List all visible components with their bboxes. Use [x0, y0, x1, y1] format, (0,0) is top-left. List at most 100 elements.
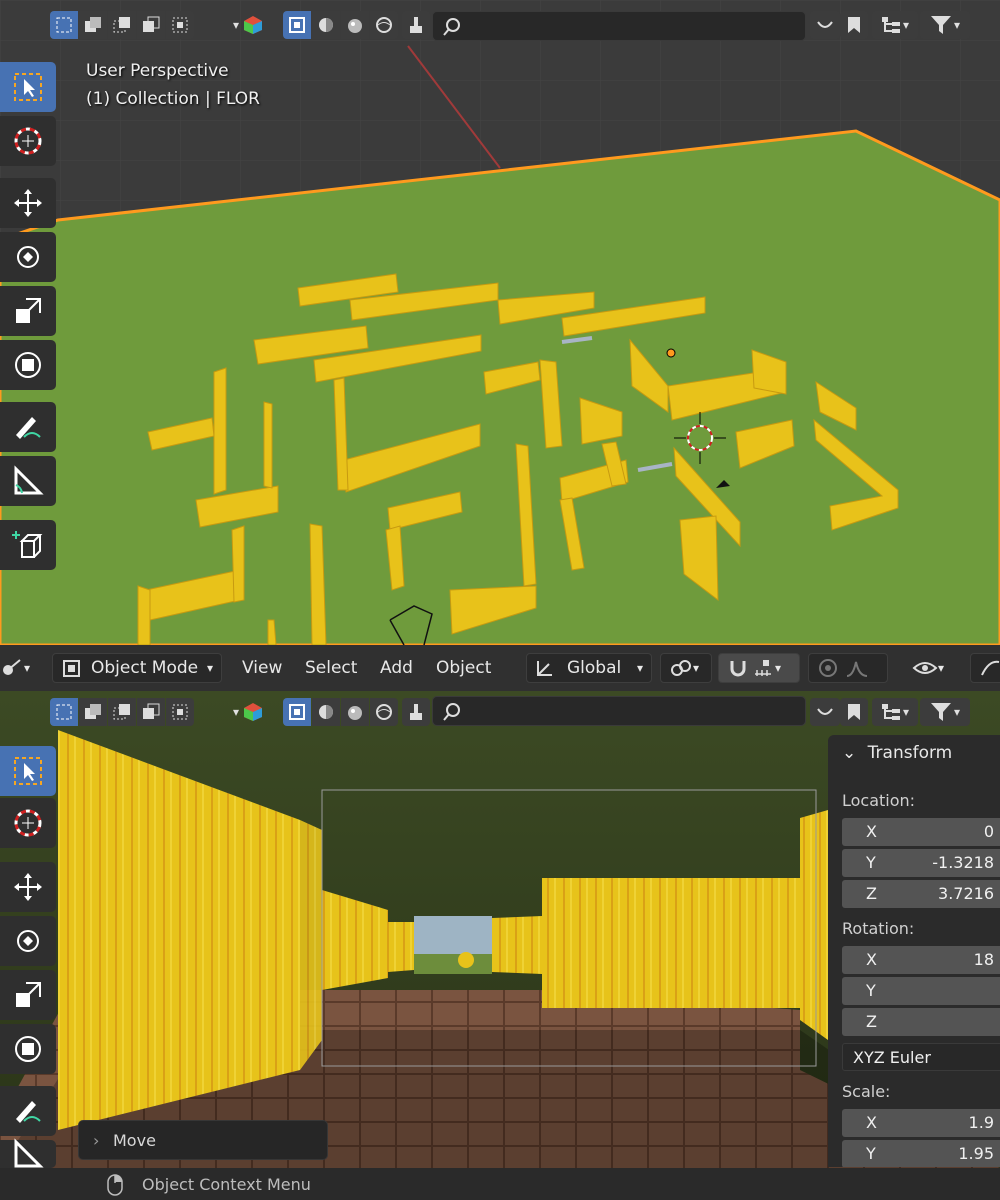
tool-annotate[interactable] — [0, 402, 56, 452]
axis-label: Y — [866, 981, 876, 1000]
scale-x-field[interactable]: X 1.9 — [842, 1109, 1000, 1137]
search-icon — [443, 703, 460, 721]
tool-move[interactable] — [0, 862, 56, 912]
shading-rendered-button[interactable] — [370, 11, 398, 39]
select-intersect-icon — [172, 704, 188, 720]
overlay-toggle-button[interactable] — [283, 698, 311, 726]
tool-select-box[interactable] — [0, 62, 56, 112]
tool-rotate[interactable] — [0, 916, 56, 966]
tool-measure[interactable] — [0, 1138, 56, 1168]
tool-scale[interactable] — [0, 286, 56, 336]
last-operator-panel[interactable]: › Move — [78, 1120, 328, 1160]
rotate-icon — [17, 930, 39, 952]
field-value: 1.95 — [958, 1144, 994, 1163]
menu-select[interactable]: Select — [305, 653, 357, 683]
object-types-visibility-dropdown[interactable]: ▾ — [224, 698, 272, 726]
select-mode-subtract-button[interactable] — [108, 11, 136, 39]
chevron-down-icon: ▾ — [902, 18, 910, 32]
location-z-field[interactable]: Z 3.7216 — [842, 880, 1000, 908]
tool-cursor[interactable] — [0, 798, 56, 848]
operator-label: Move — [113, 1131, 156, 1150]
menu-add[interactable]: Add — [380, 653, 413, 683]
select-mode-new-button[interactable] — [50, 698, 78, 726]
select-extend-icon — [85, 704, 101, 719]
shading-rendered-button[interactable] — [370, 698, 398, 726]
scale-icon — [16, 298, 41, 323]
tool-select-box[interactable] — [0, 746, 56, 796]
visibility-dropdown[interactable]: ▾ — [912, 653, 944, 683]
shading-options-button[interactable] — [402, 698, 430, 726]
add-cube-icon — [12, 531, 43, 558]
tool-add-cube[interactable] — [0, 520, 56, 570]
gizmo-toggle-button[interactable] — [970, 653, 1000, 683]
shading-material-button[interactable] — [341, 11, 369, 39]
rotation-z-field[interactable]: Z — [842, 1008, 1000, 1036]
overlay-toggle-button[interactable] — [283, 11, 311, 39]
rotation-x-field[interactable]: X 18 — [842, 946, 1000, 974]
editor-type-dropdown[interactable]: ▾ — [0, 653, 30, 683]
bookmark-button[interactable] — [840, 11, 868, 39]
filter-dropdown[interactable]: ▾ — [920, 698, 970, 726]
tool-cursor[interactable] — [0, 116, 56, 166]
pivot-point-dropdown[interactable]: ▾ — [660, 653, 712, 683]
chevron-down-icon: ▾ — [938, 661, 945, 675]
tool-scale[interactable] — [0, 970, 56, 1020]
snap-dropdown[interactable]: ▾ — [718, 653, 800, 683]
tool-transform[interactable] — [0, 1024, 56, 1074]
search-icon — [443, 18, 460, 36]
shading-material-button[interactable] — [341, 698, 369, 726]
menu-view[interactable]: View — [242, 653, 282, 683]
axis-label: X — [866, 1113, 877, 1132]
transform-icon — [15, 1036, 41, 1062]
transform-sidebar-panel: ⌄ Transform Location: X 0 Y -1.3218 Z 3.… — [828, 735, 1000, 1167]
status-hint: Object Context Menu — [142, 1175, 311, 1194]
outliner-display-dropdown[interactable]: ▾ — [872, 11, 918, 39]
tool-annotate[interactable] — [0, 1086, 56, 1136]
transform-title: Transform — [867, 743, 953, 763]
object-mode-dropdown[interactable]: Object Mode ▾ — [52, 653, 222, 683]
tool-measure[interactable] — [0, 456, 56, 506]
proportional-button[interactable] — [810, 698, 840, 726]
select-mode-invert-button[interactable] — [137, 698, 165, 726]
search-input[interactable] — [432, 696, 806, 726]
select-mode-intersect-button[interactable] — [166, 698, 194, 726]
bookmark-button[interactable] — [840, 698, 868, 726]
rotation-mode-dropdown[interactable]: XYZ Euler — [842, 1043, 1000, 1071]
select-mode-extend-button[interactable] — [79, 11, 107, 39]
rotation-y-field[interactable]: Y — [842, 977, 1000, 1005]
mouse-right-click-icon — [107, 1174, 123, 1196]
search-input[interactable] — [432, 11, 806, 41]
location-x-field[interactable]: X 0 — [842, 818, 1000, 846]
shading-options-button[interactable] — [402, 11, 430, 39]
location-y-field[interactable]: Y -1.3218 — [842, 849, 1000, 877]
select-mode-subtract-button[interactable] — [108, 698, 136, 726]
top-3d-viewport[interactable]: ▾ ▾ ▾ User Perspective (1) Collection | … — [0, 0, 1000, 645]
axis-label: Y — [866, 853, 876, 872]
axis-label: Z — [866, 884, 877, 903]
transform-panel-header[interactable]: ⌄ Transform — [842, 743, 952, 763]
measure-icon — [14, 1138, 44, 1168]
select-mode-invert-button[interactable] — [137, 11, 165, 39]
tool-move[interactable] — [0, 178, 56, 228]
menu-object[interactable]: Object — [436, 653, 491, 683]
annotate-icon — [16, 1101, 41, 1123]
gizmo-icon — [981, 660, 1000, 676]
filter-dropdown[interactable]: ▾ — [920, 11, 970, 39]
select-mode-intersect-button[interactable] — [166, 11, 194, 39]
cursor-icon — [14, 127, 42, 155]
tool-rotate[interactable] — [0, 232, 56, 282]
proportional-editing-dropdown[interactable] — [808, 653, 888, 683]
hierarchy-icon — [881, 704, 900, 720]
shading-solid-button[interactable] — [312, 698, 340, 726]
transform-orientation-dropdown[interactable]: Global ▾ — [526, 653, 652, 683]
tool-transform[interactable] — [0, 340, 56, 390]
outliner-display-dropdown[interactable]: ▾ — [872, 698, 918, 726]
object-types-visibility-dropdown[interactable]: ▾ — [224, 11, 272, 39]
shading-solid-button[interactable] — [312, 11, 340, 39]
falloff-icon — [846, 661, 868, 677]
select-mode-extend-button[interactable] — [79, 698, 107, 726]
select-mode-new-button[interactable] — [50, 11, 78, 39]
select-extend-icon — [85, 17, 101, 32]
proportional-button[interactable] — [810, 11, 840, 39]
scale-y-field[interactable]: Y 1.95 — [842, 1140, 1000, 1167]
